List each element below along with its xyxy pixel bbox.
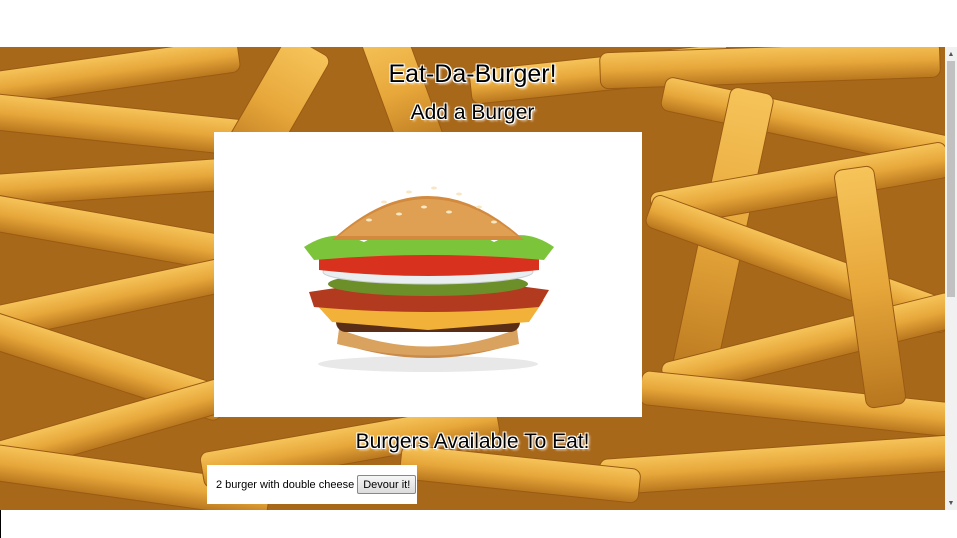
browser-top-area — [0, 0, 957, 47]
devour-button[interactable]: Devour it! — [357, 475, 417, 494]
add-burger-heading: Add a Burger — [410, 101, 535, 124]
burgers-available-heading: Burgers Available To Eat! — [355, 430, 590, 453]
burger-image — [214, 132, 642, 417]
page-title: Eat-Da-Burger! — [388, 60, 557, 88]
scrollbar-thumb[interactable] — [947, 61, 955, 297]
burger-image-card — [214, 132, 642, 417]
scroll-down-arrow-icon[interactable]: ▼ — [945, 496, 957, 510]
burger-list-item: 2 burger with double cheese Devour it! — [207, 465, 417, 504]
vertical-scrollbar[interactable]: ▲ ▼ — [945, 47, 957, 510]
browser-bottom-area — [0, 510, 957, 538]
burger-name: 2 burger with double cheese — [216, 478, 355, 491]
page-viewport: Eat-Da-Burger! Add a Burger Burgers Avai… — [0, 47, 945, 510]
scroll-up-arrow-icon[interactable]: ▲ — [945, 47, 957, 61]
